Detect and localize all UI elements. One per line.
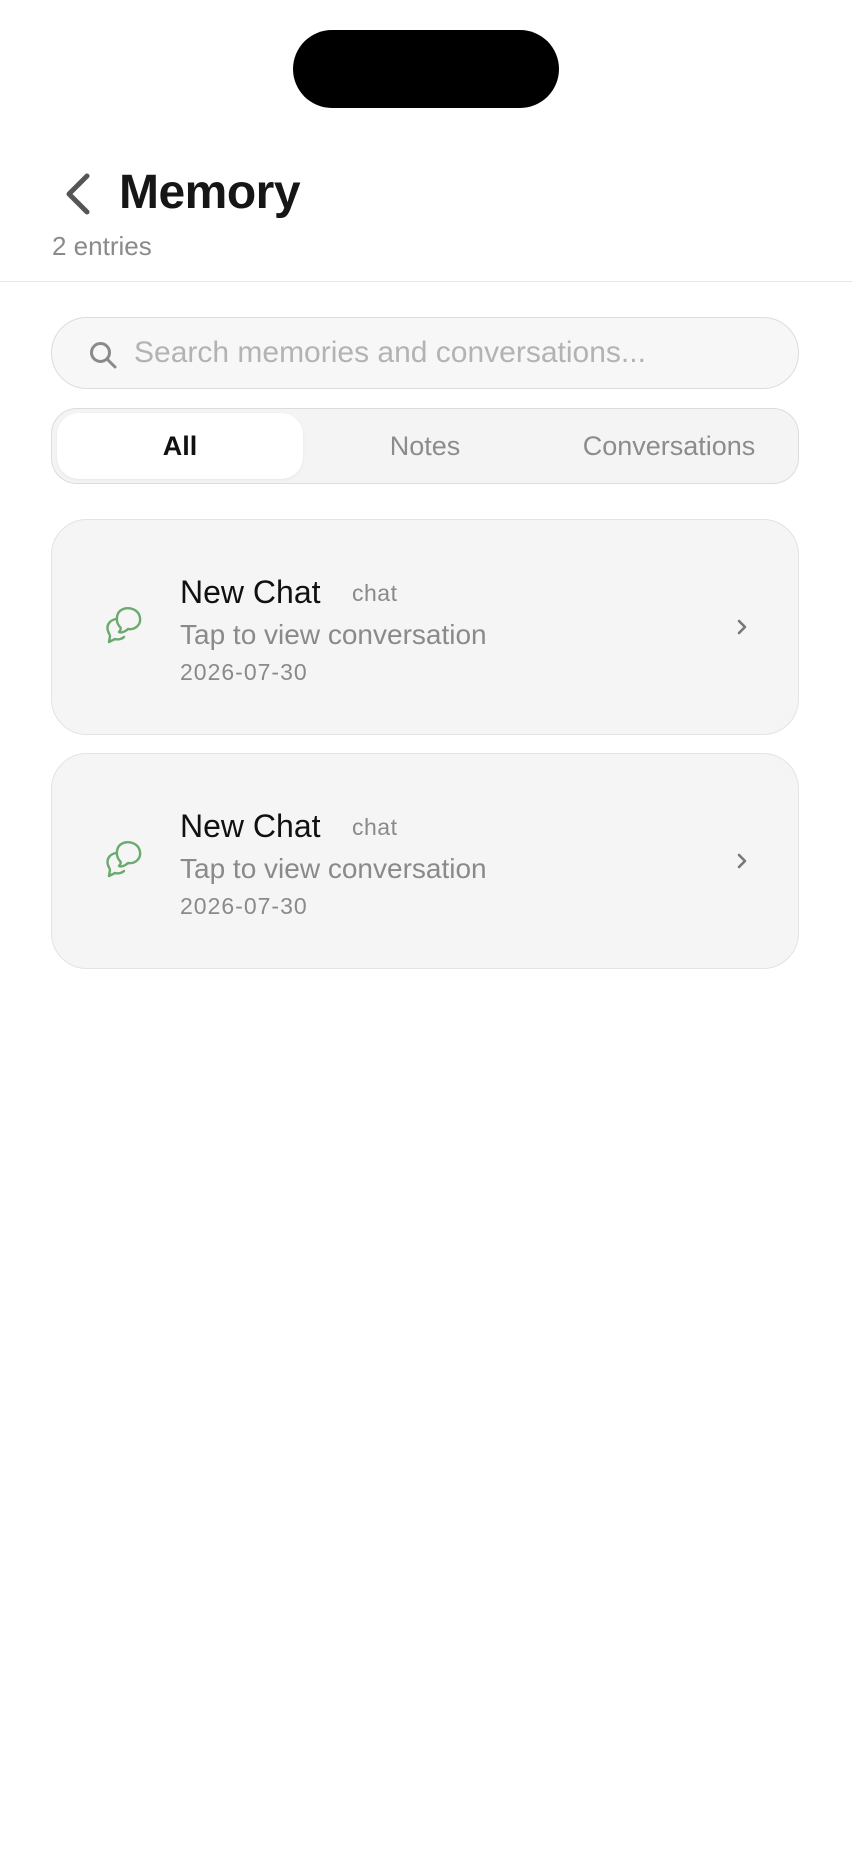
chevron-right-icon bbox=[737, 853, 747, 869]
search-icon bbox=[90, 342, 117, 369]
entry-subtitle: Tap to view conversation bbox=[180, 619, 487, 650]
list-item[interactable]: New Chat chat Tap to view conversation 2… bbox=[51, 753, 799, 969]
entry-date: 2026-07-30 bbox=[180, 659, 308, 685]
entry-subtitle: Tap to view conversation bbox=[180, 853, 487, 884]
chat-bubbles-icon bbox=[106, 606, 142, 644]
tab-conversations[interactable]: Conversations bbox=[546, 413, 792, 479]
chevron-left-icon bbox=[66, 173, 90, 215]
search-input[interactable] bbox=[134, 318, 774, 388]
entry-type-badge: chat bbox=[352, 580, 398, 606]
entry-title: New Chat bbox=[180, 808, 321, 844]
page-header: Memory 2 entries bbox=[0, 0, 852, 282]
entry-title: New Chat bbox=[180, 574, 321, 610]
filter-segmented-control: All Notes Conversations bbox=[51, 408, 799, 484]
search-bar[interactable] bbox=[51, 317, 799, 389]
back-button[interactable] bbox=[56, 168, 100, 220]
chevron-right-icon bbox=[737, 619, 747, 635]
entry-date: 2026-07-30 bbox=[180, 893, 308, 919]
entry-type-badge: chat bbox=[352, 814, 398, 840]
tab-notes[interactable]: Notes bbox=[302, 413, 548, 479]
entry-count: 2 entries bbox=[52, 231, 152, 261]
list-item[interactable]: New Chat chat Tap to view conversation 2… bbox=[51, 519, 799, 735]
page-title: Memory bbox=[119, 166, 301, 219]
chat-bubbles-icon bbox=[106, 840, 142, 878]
tab-all[interactable]: All bbox=[57, 413, 303, 479]
